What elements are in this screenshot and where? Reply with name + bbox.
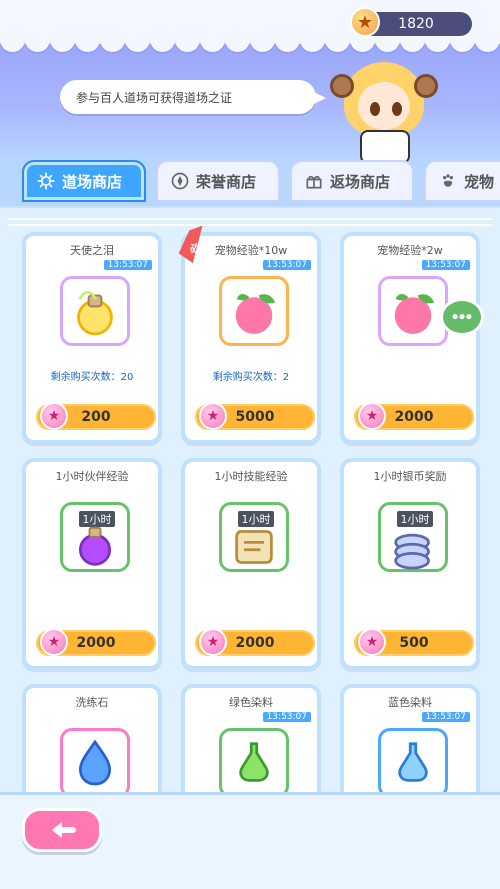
gear-icon (36, 171, 56, 191)
item-icon-box (219, 276, 289, 346)
pink-star-coin-icon: ★ (358, 628, 386, 656)
pink-star-coin-icon: ★ (199, 402, 227, 430)
angel-tear-bottle-icon (77, 290, 113, 336)
pink-star-coin-icon: ★ (40, 628, 68, 656)
item-timer: 13:53:07 (421, 712, 470, 722)
scroll-icon (235, 530, 273, 564)
price-value: 2000 (394, 409, 434, 425)
item-icon-box: 1小时 (219, 502, 289, 572)
buy-button[interactable]: ★ 2000 (36, 628, 156, 656)
buy-button[interactable]: ★ 2000 (195, 628, 315, 656)
item-icon-box (60, 276, 130, 346)
tab-label: 返场商店 (330, 172, 391, 191)
item-title: 宠物经验*2w (377, 244, 443, 257)
item-title: 1小时技能经验 (214, 470, 288, 483)
item-icon-box (219, 728, 289, 798)
item-title: 1小时银币奖励 (373, 470, 447, 483)
currency-display[interactable]: ★ 1820 (350, 7, 472, 37)
mascot-eye-right (392, 102, 402, 116)
mascot-face (358, 82, 410, 130)
item-timer: 13:53:07 (103, 260, 152, 270)
blue-dye-bottle-icon (398, 742, 428, 782)
remaining-purchases: 剩余购买次数：2 (212, 372, 290, 383)
item-icon-box (378, 728, 448, 798)
mascot-bow-left (330, 74, 354, 98)
tab-dojo-shop[interactable]: 道场商店 (22, 160, 146, 202)
peach-icon (235, 293, 276, 334)
potion-flask-icon (79, 526, 111, 566)
item-title: 洗练石 (75, 696, 109, 709)
game-shop-screen: ★ 1820 参与百人道场可获得道场之证 道场商店 荣誉商店 返场商店 宠物 天… (0, 0, 500, 889)
tab-return-shop[interactable]: 返场商店 (290, 160, 414, 202)
compass-icon (170, 171, 190, 191)
tab-honor-shop[interactable]: 荣誉商店 (156, 160, 280, 202)
tab-pet-shop[interactable]: 宠物 (424, 160, 500, 202)
tab-label: 荣誉商店 (196, 172, 257, 191)
buy-button[interactable]: ★ 5000 (195, 402, 315, 430)
pink-star-coin-icon: ★ (40, 402, 68, 430)
price-value: 2000 (235, 635, 275, 651)
mascot-eye-left (370, 102, 380, 116)
shop-card-skill-exp[interactable]: 1小时技能经验 1小时 ★ 2000 (181, 458, 321, 670)
panel-divider (8, 218, 492, 226)
buy-button[interactable]: ★ 2000 (354, 402, 474, 430)
paw-icon (438, 171, 458, 191)
buy-button[interactable]: ★ 200 (36, 402, 156, 430)
peach-icon (394, 293, 435, 334)
chat-icon[interactable] (440, 298, 484, 336)
price-value: 200 (81, 409, 111, 425)
item-title: 绿色染料 (229, 696, 273, 709)
shop-card-green-dye[interactable]: 绿色染料 13:53:07 (181, 684, 321, 804)
shop-card-refining-stone[interactable]: 洗练石 (22, 684, 162, 804)
price-value: 500 (399, 635, 429, 651)
item-icon-box (60, 728, 130, 798)
green-dye-bottle-icon (239, 742, 269, 782)
gift-icon (304, 171, 324, 191)
shop-card-pet-exp-10w[interactable]: 必买 宠物经验*10w 13:53:07 剩余购买次数：2 ★ 5000 (178, 225, 321, 444)
remaining-purchases: 剩余购买次数：20 (50, 372, 134, 383)
back-button[interactable] (22, 808, 102, 852)
buy-button[interactable]: ★ 500 (354, 628, 474, 656)
currency-star-icon: ★ (350, 7, 380, 37)
item-title: 1小时伙伴经验 (55, 470, 129, 483)
item-timer: 13:53:07 (421, 260, 470, 270)
mascot-bow-right (414, 74, 438, 98)
silver-coins-icon (394, 533, 430, 570)
shop-card-angel-tear[interactable]: 天使之泪 13:53:07 剩余购买次数：20 ★ 200 (22, 232, 162, 444)
item-title: 蓝色染料 (388, 696, 432, 709)
pink-star-coin-icon: ★ (199, 628, 227, 656)
item-title: 宠物经验*10w (214, 244, 288, 257)
fish-back-arrow-icon (52, 822, 76, 838)
item-title: 天使之泪 (70, 244, 114, 257)
item-timer: 13:53:07 (262, 712, 311, 722)
speech-text: 参与百人道场可获得道场之证 (76, 90, 233, 105)
tab-label: 宠物 (464, 172, 495, 191)
shop-card-silver-reward[interactable]: 1小时银币奖励 1小时 ★ 500 (340, 458, 480, 670)
item-icon-box: 1小时 (378, 502, 448, 572)
price-value: 5000 (235, 409, 275, 425)
item-timer: 13:53:07 (262, 260, 311, 270)
price-value: 2000 (76, 635, 116, 651)
mascot-character (330, 52, 438, 164)
shop-card-blue-dye[interactable]: 蓝色染料 13:53:07 (340, 684, 480, 804)
currency-value: 1820 (398, 16, 434, 32)
shop-tabs: 道场商店 荣誉商店 返场商店 宠物 (0, 154, 500, 208)
pink-star-coin-icon: ★ (358, 402, 386, 430)
shop-card-pet-exp-2w[interactable]: 宠物经验*2w 13:53:07 ★ 2000 (340, 232, 480, 444)
tab-label: 道场商店 (62, 172, 123, 191)
item-icon-box (378, 276, 448, 346)
speech-bubble: 参与百人道场可获得道场之证 (60, 80, 326, 114)
item-icon-box: 1小时 (60, 502, 130, 572)
blue-gem-drop-icon (78, 739, 112, 786)
shop-card-partner-exp[interactable]: 1小时伙伴经验 1小时 ★ 2000 (22, 458, 162, 670)
